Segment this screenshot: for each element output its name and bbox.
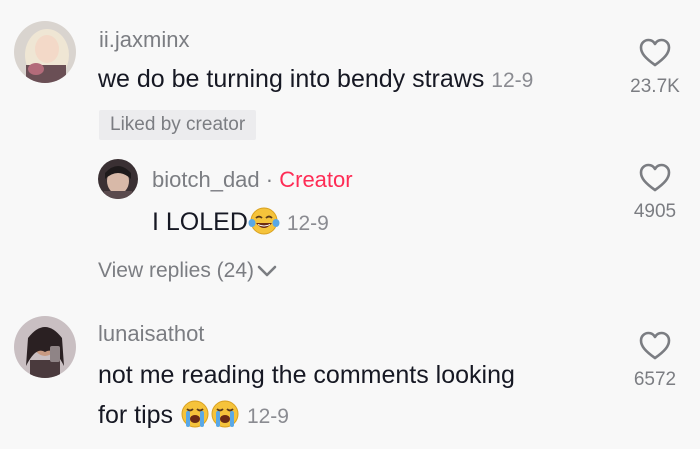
- like-count: 4905: [633, 201, 677, 222]
- avatar[interactable]: [14, 21, 76, 83]
- like-button[interactable]: 4905: [615, 163, 695, 223]
- comment-text-line1: not me reading the comments looking: [98, 361, 515, 389]
- reply-date: 12-9: [286, 212, 329, 235]
- comment-text-line2: for tips 12-9: [98, 399, 289, 437]
- comment-date: 12-9: [491, 69, 534, 92]
- view-replies-button[interactable]: View replies (24): [98, 259, 278, 283]
- view-replies-label: View replies (24): [98, 259, 255, 282]
- reply-username[interactable]: biotch_dad: [152, 167, 260, 192]
- heart-icon: [639, 331, 671, 360]
- comments-panel: ii.jaxminx we do be turning into bendy s…: [0, 0, 700, 449]
- comment-body: for tips: [98, 401, 174, 429]
- chevron-down-icon: [257, 266, 277, 277]
- reply-username-row: biotch_dad · Creator: [152, 167, 353, 193]
- avatar[interactable]: [98, 159, 138, 199]
- reply-body: I LOLED: [152, 208, 248, 236]
- like-button[interactable]: 23.7K: [615, 38, 695, 98]
- loudly-crying-emoji: [180, 399, 210, 437]
- creator-label: Creator: [279, 167, 353, 192]
- comment-date: 12-9: [246, 405, 289, 428]
- comment-text: we do be turning into bendy straws 12-9: [98, 63, 533, 97]
- like-count: 6572: [633, 369, 677, 390]
- comment-username[interactable]: lunaisathot: [98, 321, 204, 347]
- liked-by-creator-badge: Liked by creator: [99, 110, 257, 140]
- comment-username[interactable]: ii.jaxminx: [99, 27, 189, 53]
- heart-icon: [639, 163, 671, 192]
- comment-body: we do be turning into bendy straws: [98, 65, 485, 93]
- like-count: 23.7K: [630, 76, 680, 97]
- heart-icon: [639, 38, 671, 67]
- loudly-crying-emoji: [210, 399, 240, 437]
- avatar[interactable]: [14, 316, 76, 378]
- like-button[interactable]: 6572: [615, 331, 695, 391]
- tears-of-joy-emoji: [248, 206, 280, 244]
- separator-dot: ·: [265, 167, 274, 192]
- reply-text: I LOLED 12-9: [152, 206, 329, 244]
